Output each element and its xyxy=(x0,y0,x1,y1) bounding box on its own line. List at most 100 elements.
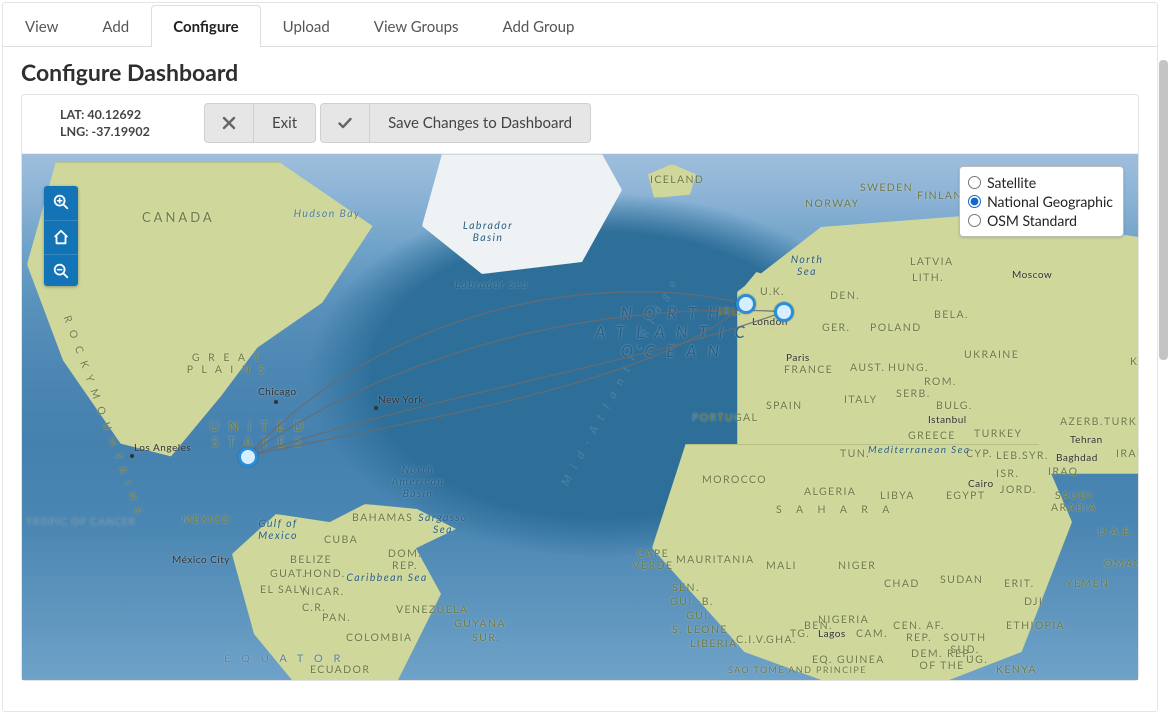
basemap-radio-satellite[interactable] xyxy=(968,176,981,189)
label-venezuela: VENEZUELA xyxy=(396,604,468,616)
label-portugal: PORTUGAL xyxy=(692,412,758,424)
label-sen: SEN. xyxy=(672,582,700,594)
label-tun: TUN. xyxy=(840,448,870,460)
tab-add-group[interactable]: Add Group xyxy=(480,5,596,47)
label-na-basin: North American Basin xyxy=(378,464,458,500)
label-lith: LITH. xyxy=(912,272,944,284)
label-iceland: ICELAND xyxy=(650,174,704,186)
label-sweden: SWEDEN xyxy=(860,182,913,194)
label-chad: CHAD xyxy=(884,578,920,590)
label-sur: SUR. xyxy=(472,632,500,644)
zoom-out-icon xyxy=(52,262,70,280)
label-serb: SERB. xyxy=(896,388,931,400)
label-poland: POLAND xyxy=(870,322,922,334)
label-dom-rep: DOM. REP. xyxy=(380,548,430,572)
basemap-radio-osm[interactable] xyxy=(968,214,981,227)
save-label: Save Changes to Dashboard xyxy=(388,114,572,132)
label-italy: ITALY xyxy=(844,394,877,406)
label-newyork: New York xyxy=(378,394,424,406)
label-cairo: Cairo xyxy=(968,478,994,490)
tab-configure[interactable]: Configure xyxy=(151,5,260,47)
tab-view-groups[interactable]: View Groups xyxy=(352,5,481,47)
label-belize: BELIZE xyxy=(290,554,332,566)
label-yemen: YEMEN xyxy=(1066,578,1109,590)
map-marker-us[interactable] xyxy=(238,447,258,467)
label-mexico: MEXICO xyxy=(182,514,231,526)
tab-add[interactable]: Add xyxy=(80,5,151,47)
basemap-option-osm[interactable]: OSM Standard xyxy=(968,211,1113,230)
map-marker-ireland[interactable] xyxy=(736,294,756,314)
basemap-switcher: Satellite National Geographic OSM Standa… xyxy=(959,166,1124,237)
zoom-in-button[interactable] xyxy=(44,186,78,218)
home-button[interactable] xyxy=(44,220,78,252)
label-caribbean: Caribbean Sea xyxy=(342,572,432,584)
label-ecuador: ECUADOR xyxy=(310,664,370,676)
save-button[interactable]: Save Changes to Dashboard xyxy=(370,103,591,143)
label-cen-af: CEN. AF. REP. xyxy=(884,620,954,644)
label-rom: ROM. xyxy=(924,376,957,388)
exit-button[interactable]: Exit xyxy=(254,103,316,143)
city-dot-newyork xyxy=(374,406,378,410)
basemap-label-osm: OSM Standard xyxy=(987,212,1077,229)
label-ethiopia: ETHIOPIA xyxy=(1006,620,1065,632)
label-spain: SPAIN xyxy=(766,400,803,412)
label-pan: PAN. xyxy=(322,612,351,624)
label-kenya: KENYA xyxy=(996,664,1037,676)
label-hond: HOND. xyxy=(304,568,346,580)
basemap-label-natgeo: National Geographic xyxy=(987,193,1113,210)
label-guyana: GUYANA xyxy=(454,618,506,630)
label-gui-b: GUI.-B. xyxy=(670,596,714,608)
label-isr: ISR. xyxy=(996,468,1019,480)
label-leb: LEB. xyxy=(996,450,1022,462)
map[interactable]: N O R T H A T L A N T I C O C E A N M i … xyxy=(22,153,1138,680)
page-title: Configure Dashboard xyxy=(3,47,1157,94)
label-sudan: SUDAN xyxy=(940,574,983,586)
tab-upload[interactable]: Upload xyxy=(261,5,352,47)
close-icon xyxy=(221,115,237,131)
label-nigeria: NIGERIA xyxy=(818,614,869,626)
tab-view[interactable]: View xyxy=(3,5,80,47)
label-erit: ERIT. xyxy=(1004,578,1035,590)
label-bulg: BULG. xyxy=(936,400,973,412)
label-los-angeles: Los Angeles xyxy=(134,442,191,454)
label-labrador-sea: Labrador Sea xyxy=(452,279,532,291)
label-dji: DJI. xyxy=(1024,596,1047,608)
label-hudson-bay: Hudson Bay xyxy=(292,208,362,220)
label-nicar: NICAR. xyxy=(302,586,345,598)
map-marker-london[interactable] xyxy=(774,302,794,322)
city-dot-chicago xyxy=(274,400,278,404)
label-bela: BELA. xyxy=(934,309,969,321)
label-algeria: ALGERIA xyxy=(804,486,856,498)
label-lagos: Lagos xyxy=(818,628,846,640)
basemap-label-satellite: Satellite xyxy=(987,174,1036,191)
basemap-option-satellite[interactable]: Satellite xyxy=(968,173,1113,192)
map-controls xyxy=(44,186,78,286)
label-labrador-basin: Labrador Basin xyxy=(448,220,528,244)
label-ug: UG. xyxy=(966,654,988,666)
exit-label: Exit xyxy=(272,114,297,132)
save-icon-button[interactable] xyxy=(320,103,370,143)
scrollbar[interactable] xyxy=(1159,60,1168,360)
toolbar: LAT: 40.12692 LNG: -37.19902 Exit Save C… xyxy=(22,95,1138,153)
label-moscow: Moscow xyxy=(1012,269,1052,281)
label-egypt: EGYPT xyxy=(946,490,985,502)
label-azerb: AZERB. xyxy=(1060,416,1104,428)
label-mauritania: MAURITANIA xyxy=(676,554,755,566)
label-turkey: TURKEY xyxy=(974,428,1022,440)
exit-icon-button[interactable] xyxy=(204,103,254,143)
basemap-option-natgeo[interactable]: National Geographic xyxy=(968,192,1113,211)
label-sargasso: Sargasso Sea xyxy=(408,512,478,536)
label-france: FRANCE xyxy=(784,364,833,376)
label-norway: NORWAY xyxy=(805,198,860,210)
basemap-radio-natgeo[interactable] xyxy=(968,195,981,208)
label-hung: HUNG. xyxy=(888,362,929,374)
label-saudi: SAUDI ARABIA xyxy=(1044,490,1104,514)
home-icon xyxy=(52,228,70,246)
label-colombia: COLOMBIA xyxy=(346,632,413,644)
zoom-out-button[interactable] xyxy=(44,254,78,286)
check-icon xyxy=(337,115,353,131)
label-oman: OMAN xyxy=(1104,558,1138,570)
zoom-in-icon xyxy=(52,193,70,211)
label-civ: C.I.V. xyxy=(736,634,767,646)
label-s-leone: S. LEONE xyxy=(672,624,728,636)
